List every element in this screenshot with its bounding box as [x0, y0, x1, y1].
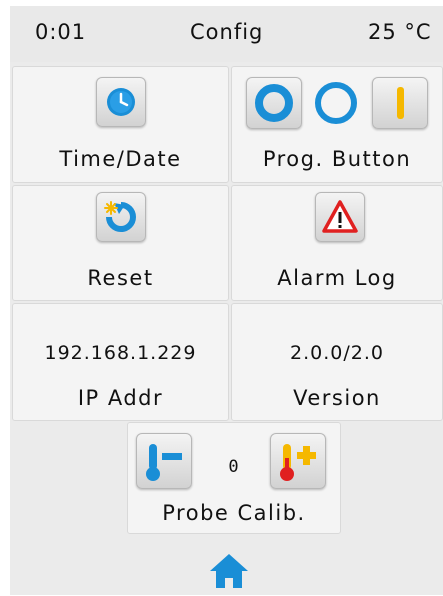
- alarm-log-button[interactable]: [315, 192, 365, 242]
- time-date-tile[interactable]: Time/Date: [12, 66, 229, 183]
- bar-icon: [397, 87, 404, 119]
- reset-icon: [104, 201, 136, 232]
- warning-triangle-icon: [322, 200, 358, 233]
- time-date-label: Time/Date: [59, 147, 182, 171]
- ip-address-value: 192.168.1.229: [44, 342, 197, 364]
- reset-button[interactable]: [96, 192, 146, 242]
- thick-ring-icon: [315, 82, 357, 124]
- clock-icon: [107, 88, 135, 116]
- alarm-log-tile[interactable]: Alarm Log: [231, 185, 443, 301]
- home-button[interactable]: [206, 550, 252, 592]
- ring-icon: [255, 84, 293, 122]
- time-date-button[interactable]: [96, 77, 146, 127]
- ip-addr-tile: 192.168.1.229 IP Addr: [12, 303, 229, 421]
- config-screen: 0:01 Config 25 °C Time/Date Prog. Button…: [10, 6, 443, 595]
- prog-button-tile[interactable]: Prog. Button: [231, 66, 443, 183]
- clock-readout: 0:01: [35, 20, 87, 44]
- temperature-readout: 25 °C: [368, 20, 432, 44]
- screen-title: Config: [190, 20, 264, 44]
- prog-bar-button[interactable]: [372, 77, 428, 129]
- ip-addr-label: IP Addr: [77, 386, 164, 410]
- prog-thick-ring-button[interactable]: [308, 77, 364, 129]
- version-tile: 2.0.0/2.0 Version: [231, 303, 443, 421]
- status-bar: 0:01 Config 25 °C: [10, 6, 443, 62]
- prog-ring-button[interactable]: [246, 77, 302, 129]
- probe-calib-tile: 0 Probe Calib.: [127, 422, 341, 534]
- reset-tile[interactable]: Reset: [12, 185, 229, 301]
- version-label: Version: [293, 386, 381, 410]
- calib-increase-button[interactable]: [270, 433, 326, 489]
- reset-label: Reset: [87, 266, 154, 290]
- home-icon: [210, 554, 248, 588]
- alarm-log-label: Alarm Log: [277, 266, 397, 290]
- probe-calib-label: Probe Calib.: [162, 501, 306, 525]
- prog-button-label: Prog. Button: [262, 147, 412, 171]
- version-value: 2.0.0/2.0: [290, 342, 384, 364]
- thermometer-plus-icon: [280, 444, 316, 481]
